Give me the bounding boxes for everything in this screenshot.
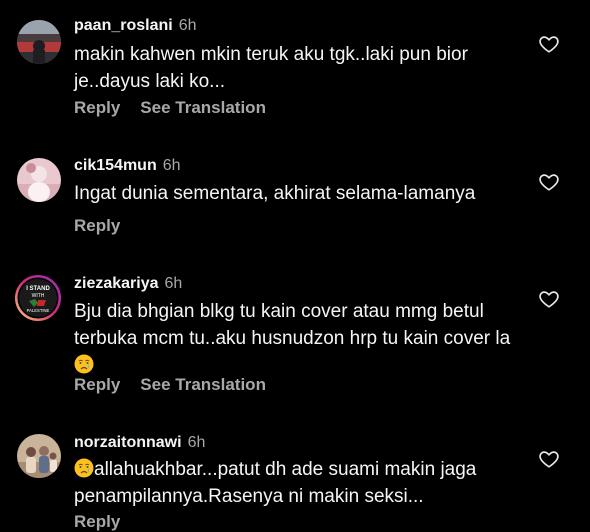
avatar-text-line: WITH (32, 293, 45, 299)
avatar-text-line: PALESTINE (27, 308, 50, 313)
comment-text: makin kahwen mkin teruk aku tgk..laki pu… (74, 44, 468, 92)
comment-header: ziezakariya 6h (74, 274, 182, 294)
avatar[interactable] (17, 434, 61, 478)
crying-face-emoji-icon (74, 354, 94, 374)
comment-text: allahuakhbar...patut dh ade suami makin … (74, 456, 524, 510)
username[interactable]: paan_roslani (74, 17, 173, 34)
family-photo-avatar-icon (17, 434, 61, 478)
timestamp: 6h (164, 275, 183, 292)
pink-photo-avatar-icon (17, 158, 61, 202)
comment-item: paan_roslani 6h makin kahwen mkin teruk a… (0, 0, 590, 130)
reply-button[interactable]: Reply (74, 512, 120, 531)
heart-outline-icon[interactable] (538, 171, 560, 193)
comment-text-content: Bju dia bhgian blkg tu kain cover atau m… (74, 301, 511, 349)
avatar[interactable]: I STAND WITH PALESTINE (14, 274, 62, 322)
timestamp: 6h (162, 157, 181, 174)
comment-item: I STAND WITH PALESTINE ziezakariya 6h Bju… (0, 258, 590, 418)
comment-item: cik154mun 6h Ingat dunia sementara, akhir… (0, 140, 590, 250)
comment-item: norzaitonnawi 6h allahuakhbar...patut dh … (0, 418, 590, 531)
reply-button[interactable]: Reply (74, 216, 120, 235)
comment-text-content: allahuakhbar...patut dh ade suami makin … (74, 459, 477, 507)
see-translation-button[interactable]: See Translation (140, 98, 266, 117)
timestamp: 6h (178, 17, 197, 34)
stadium-photo-avatar-icon (17, 20, 61, 64)
crying-face-emoji-icon (74, 458, 94, 478)
comment-header: paan_roslani 6h (74, 16, 197, 36)
heart-outline-icon[interactable] (538, 288, 560, 310)
avatar-text-line: I STAND (26, 286, 50, 292)
avatar[interactable] (17, 158, 61, 202)
reply-button[interactable]: Reply (74, 375, 120, 394)
heart-outline-icon[interactable] (538, 448, 560, 470)
comment-header: norzaitonnawi 6h (74, 433, 205, 453)
username[interactable]: ziezakariya (74, 275, 159, 292)
comment-actions: Reply (74, 512, 120, 532)
comment-header: cik154mun 6h (74, 156, 181, 176)
timestamp: 6h (187, 434, 206, 451)
comment-actions: Reply See Translation (74, 375, 266, 395)
username[interactable]: norzaitonnawi (74, 434, 182, 451)
see-translation-button[interactable]: See Translation (140, 375, 266, 394)
comment-actions: Reply (74, 216, 120, 236)
reply-button[interactable]: Reply (74, 98, 120, 117)
story-ring-avatar-icon: I STAND WITH PALESTINE (15, 275, 61, 321)
avatar[interactable] (17, 20, 61, 64)
comment-actions: Reply See Translation (74, 98, 266, 118)
comment-text: Bju dia bhgian blkg tu kain cover atau m… (74, 298, 526, 379)
username[interactable]: cik154mun (74, 157, 157, 174)
heart-outline-icon[interactable] (538, 33, 560, 55)
comment-text: Ingat dunia sementara, akhirat selama-la… (74, 183, 476, 204)
